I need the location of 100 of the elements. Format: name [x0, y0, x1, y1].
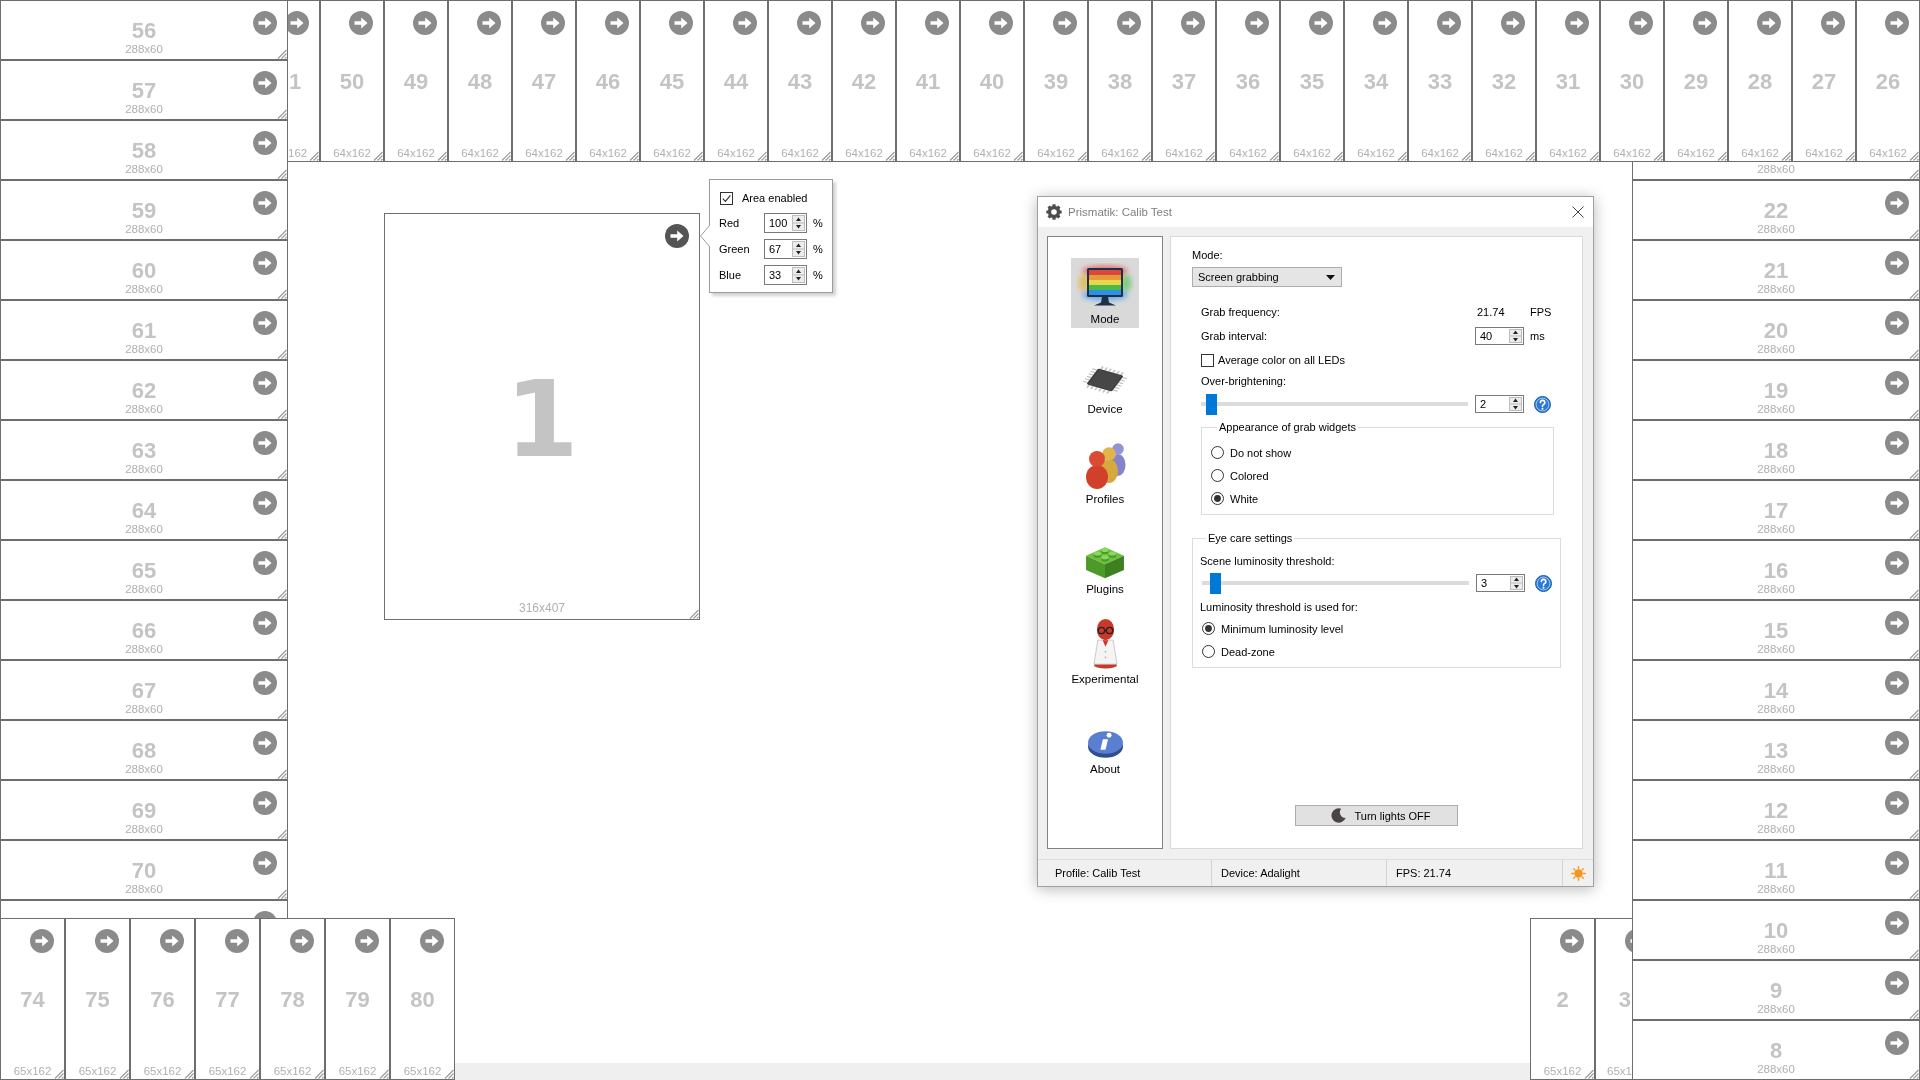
arrow-circle-icon[interactable] — [925, 11, 949, 35]
grab-widget[interactable]: 31 64x162 — [1536, 0, 1600, 162]
nav-item[interactable]: About — [1071, 708, 1139, 778]
grab-widget[interactable]: 35 64x162 — [1280, 0, 1344, 162]
resize-grip-icon[interactable] — [1909, 469, 1919, 479]
grab-widget[interactable]: 19 288x60 — [1632, 360, 1920, 420]
grab-widget[interactable]: 12 288x60 — [1632, 780, 1920, 840]
slider-thumb[interactable] — [1206, 393, 1218, 415]
lights-off-button[interactable]: Turn lights OFF — [1295, 805, 1458, 826]
arrow-circle-icon[interactable] — [253, 791, 277, 815]
resize-grip-icon[interactable] — [1589, 151, 1599, 161]
arrow-circle-icon[interactable] — [1373, 11, 1397, 35]
grab-widget[interactable]: 18 288x60 — [1632, 420, 1920, 480]
resize-grip-icon[interactable] — [1909, 409, 1919, 419]
resize-grip-icon[interactable] — [565, 151, 575, 161]
resize-grip-icon[interactable] — [1717, 151, 1727, 161]
grab-widget[interactable]: 21 288x60 — [1632, 240, 1920, 300]
grab-widget[interactable]: 32 64x162 — [1472, 0, 1536, 162]
help-icon[interactable] — [1534, 395, 1551, 413]
grab-widget[interactable]: 2 65x162 — [1530, 918, 1595, 1080]
grab-widget[interactable]: 46 64x162 — [576, 0, 640, 162]
resize-grip-icon[interactable] — [1269, 151, 1279, 161]
resize-grip-icon[interactable] — [1525, 151, 1535, 161]
grab-widget[interactable]: 78 65x162 — [260, 918, 325, 1080]
spin-arrows-icon[interactable] — [792, 215, 805, 231]
arrow-circle-icon[interactable] — [253, 491, 277, 515]
mode-dropdown[interactable]: Screen grabbing — [1192, 267, 1342, 287]
arrow-circle-icon[interactable] — [1885, 491, 1909, 515]
grab-widget[interactable]: 68 288x60 — [0, 720, 288, 780]
resize-grip-icon[interactable] — [1141, 151, 1151, 161]
arrow-circle-icon[interactable] — [160, 929, 184, 953]
arrow-circle-icon[interactable] — [665, 224, 689, 248]
resize-grip-icon[interactable] — [885, 151, 895, 161]
grab-widget[interactable]: 65 288x60 — [0, 540, 288, 600]
arrow-circle-icon[interactable] — [1885, 671, 1909, 695]
resize-grip-icon[interactable] — [1909, 529, 1919, 539]
arrow-circle-icon[interactable] — [413, 11, 437, 35]
grab-widget[interactable]: 10 288x60 — [1632, 900, 1920, 960]
grab-widget[interactable]: 62 288x60 — [0, 360, 288, 420]
nav-item[interactable]: Mode — [1071, 258, 1139, 328]
arrow-circle-icon[interactable] — [1885, 791, 1909, 815]
close-button[interactable] — [1571, 205, 1585, 219]
resize-grip-icon[interactable] — [277, 229, 287, 239]
resize-grip-icon[interactable] — [1584, 1069, 1594, 1079]
resize-grip-icon[interactable] — [1333, 151, 1343, 161]
nav-item[interactable]: Experimental — [1070, 618, 1140, 688]
grab-widget[interactable]: 50 64x162 — [320, 0, 384, 162]
grab-widget[interactable]: 39 64x162 — [1024, 0, 1088, 162]
resize-grip-icon[interactable] — [1077, 151, 1087, 161]
resize-grip-icon[interactable] — [277, 709, 287, 719]
arrow-circle-icon[interactable] — [253, 731, 277, 755]
grab-widget[interactable]: 27 64x162 — [1792, 0, 1856, 162]
spin-arrows-icon[interactable] — [1510, 576, 1523, 590]
spin-box[interactable]: 40 — [1475, 327, 1524, 345]
arrow-circle-icon[interactable] — [253, 671, 277, 695]
arrow-circle-icon[interactable] — [290, 929, 314, 953]
radio-button[interactable] — [1211, 469, 1224, 482]
resize-grip-icon[interactable] — [1909, 349, 1919, 359]
grab-widget[interactable]: 42 64x162 — [832, 0, 896, 162]
grab-widget[interactable]: 13 288x60 — [1632, 720, 1920, 780]
grab-widget[interactable]: 57 288x60 — [0, 60, 288, 120]
resize-grip-icon[interactable] — [1909, 1069, 1919, 1079]
arrow-circle-icon[interactable] — [861, 11, 885, 35]
resize-grip-icon[interactable] — [1461, 151, 1471, 161]
resize-grip-icon[interactable] — [1909, 889, 1919, 899]
arrow-circle-icon[interactable] — [1885, 311, 1909, 335]
grab-widget[interactable]: 9 288x60 — [1632, 960, 1920, 1020]
resize-grip-icon[interactable] — [444, 1069, 454, 1079]
resize-grip-icon[interactable] — [277, 649, 287, 659]
resize-grip-icon[interactable] — [1909, 169, 1919, 179]
arrow-circle-icon[interactable] — [1117, 11, 1141, 35]
grab-widget[interactable]: 44 64x162 — [704, 0, 768, 162]
arrow-circle-icon[interactable] — [253, 191, 277, 215]
resize-grip-icon[interactable] — [1909, 151, 1919, 161]
grab-widget[interactable]: 33 64x162 — [1408, 0, 1472, 162]
grab-widget[interactable]: 17 288x60 — [1632, 480, 1920, 540]
arrow-circle-icon[interactable] — [1885, 611, 1909, 635]
arrow-circle-icon[interactable] — [797, 11, 821, 35]
resize-grip-icon[interactable] — [277, 469, 287, 479]
grab-widget[interactable]: 61 288x60 — [0, 300, 288, 360]
arrow-circle-icon[interactable] — [1181, 11, 1205, 35]
resize-grip-icon[interactable] — [277, 349, 287, 359]
grab-widget[interactable]: 76 65x162 — [130, 918, 195, 1080]
grab-widget[interactable]: 288x60 — [1632, 162, 1920, 180]
grab-widget[interactable]: 77 65x162 — [195, 918, 260, 1080]
resize-grip-icon[interactable] — [314, 1069, 324, 1079]
grab-widget[interactable]: 74 65x162 — [0, 918, 65, 1080]
arrow-circle-icon[interactable] — [253, 71, 277, 95]
resize-grip-icon[interactable] — [277, 289, 287, 299]
grab-widget[interactable]: 49 64x162 — [384, 0, 448, 162]
arrow-circle-icon[interactable] — [1885, 11, 1909, 35]
resize-grip-icon[interactable] — [693, 151, 703, 161]
arrow-circle-icon[interactable] — [95, 929, 119, 953]
resize-grip-icon[interactable] — [54, 1069, 64, 1079]
arrow-circle-icon[interactable] — [1053, 11, 1077, 35]
arrow-circle-icon[interactable] — [1885, 911, 1909, 935]
arrow-circle-icon[interactable] — [1309, 11, 1333, 35]
arrow-circle-icon[interactable] — [1885, 431, 1909, 455]
grab-widget[interactable]: 11 288x60 — [1632, 840, 1920, 900]
spin-box[interactable]: 67 — [764, 239, 807, 259]
